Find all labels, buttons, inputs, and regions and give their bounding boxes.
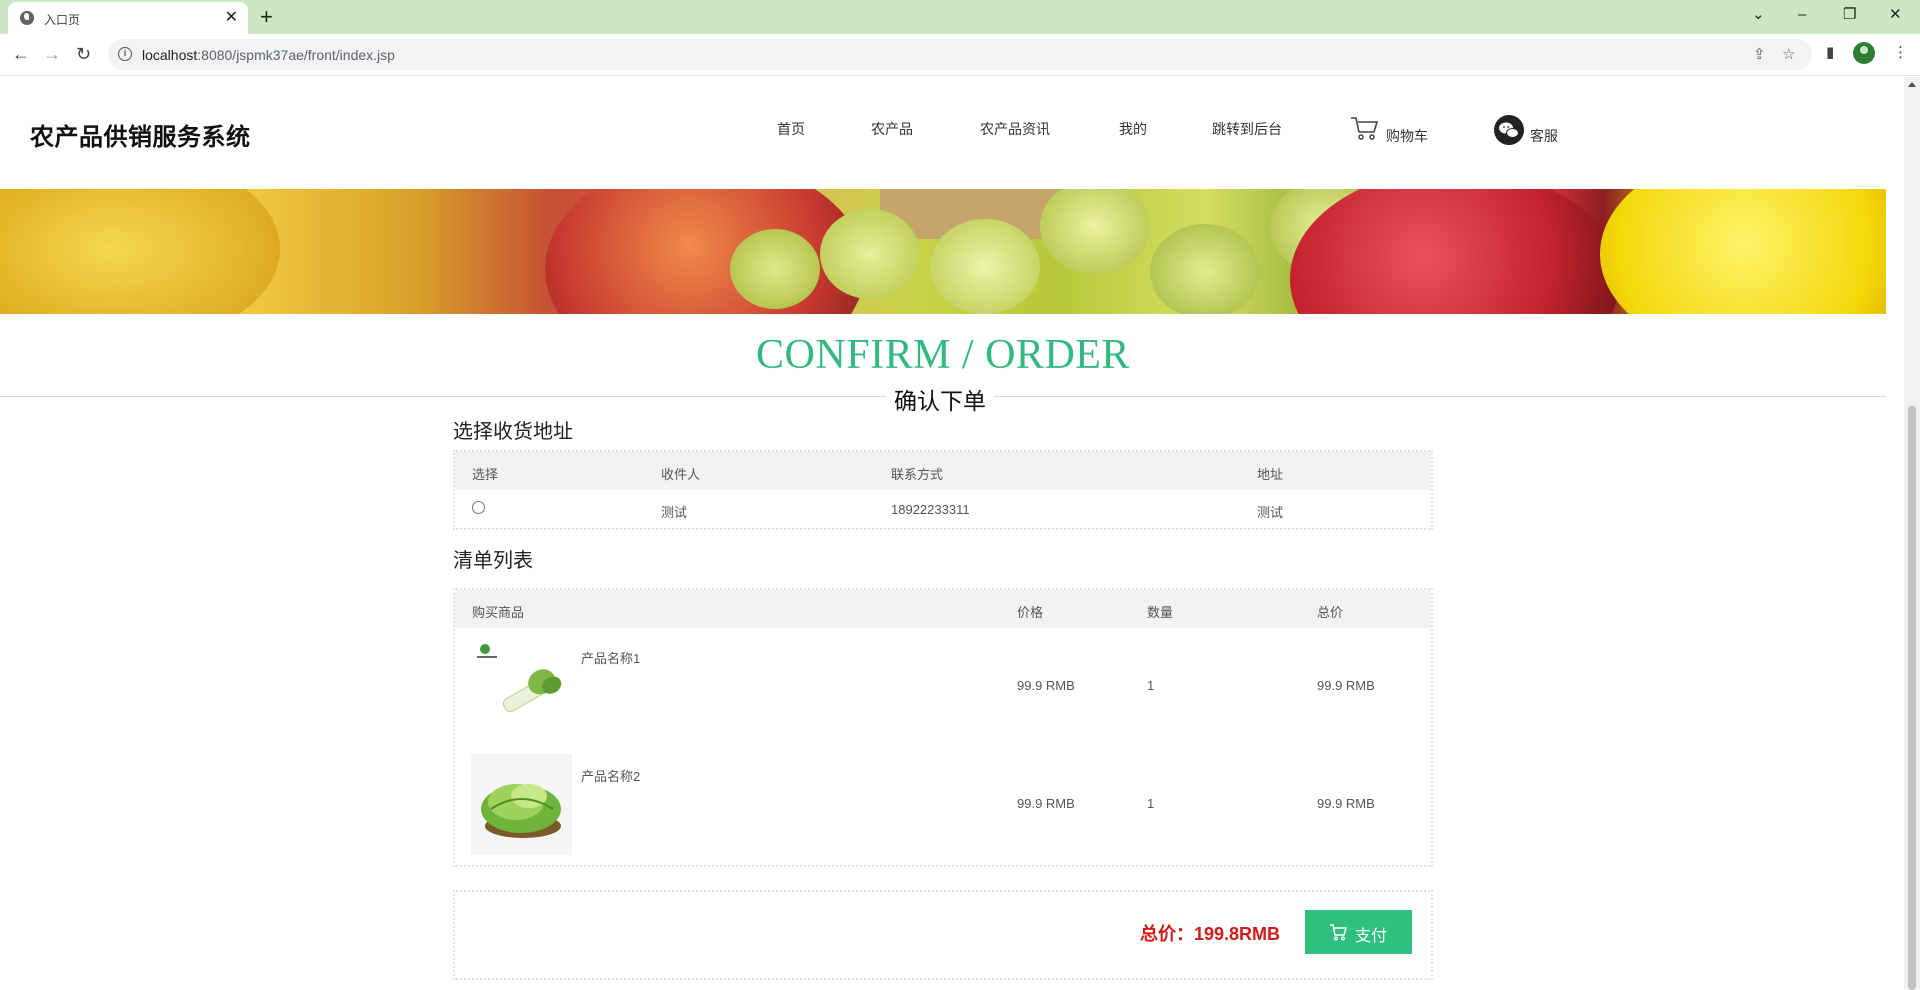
address-cell: 测试 [1257, 505, 1284, 520]
scroll-up-icon[interactable] [1908, 82, 1916, 87]
page-heading-en: CONFIRM / ORDER [756, 332, 1130, 378]
recipient-cell: 测试 [661, 505, 688, 520]
col-select: 选择 [472, 467, 499, 482]
cart-icon[interactable] [1350, 115, 1380, 141]
table-row[interactable]: 产品名称1 99.9 RMB 1 99.9 RMB [455, 630, 1431, 748]
col-address: 地址 [1257, 467, 1284, 482]
price-cell: 99.9 RMB [1017, 796, 1075, 811]
browser-menu-icon[interactable]: ⋮ [1893, 43, 1908, 61]
address-section-title: 选择收货地址 [453, 421, 573, 443]
url-text[interactable]: localhost:8080/jspmk37ae/front/index.jsp [142, 47, 395, 63]
qty-cell: 1 [1147, 678, 1155, 693]
chevron-down-icon[interactable]: ⌄ [1752, 4, 1765, 26]
nav-service[interactable]: 客服 [1530, 126, 1558, 146]
product-name[interactable]: 产品名称1 [581, 648, 640, 667]
col-phone: 联系方式 [891, 467, 944, 482]
table-row[interactable]: 产品名称2 99.9 RMB 1 99.9 RMB [455, 748, 1431, 866]
product-name[interactable]: 产品名称2 [581, 766, 640, 785]
grand-total: 总价：199.8RMB [1140, 924, 1281, 944]
bookmark-star-icon[interactable]: ☆ [1782, 45, 1795, 63]
reload-icon[interactable]: ↻ [76, 43, 91, 65]
close-tab-icon[interactable]: ✕ [225, 8, 238, 28]
page-heading-cn: 确认下单 [886, 382, 994, 416]
table-header: 购买商品 价格 数量 总价 [455, 590, 1431, 628]
browser-toolbar: ← → ↻ i localhost:8080/jspmk37ae/front/i… [0, 34, 1920, 76]
forward-icon[interactable]: → [43, 43, 61, 65]
nav-news[interactable]: 农产品资讯 [980, 119, 1050, 139]
minimize-icon[interactable]: – [1798, 4, 1806, 26]
browser-tab-bar: 入口页 ✕ + ⌄ – ❐ ✕ [0, 0, 1920, 34]
restore-icon[interactable]: ❐ [1843, 4, 1856, 26]
tab-title: 入口页 [44, 13, 81, 27]
pay-button[interactable]: 支付 [1305, 910, 1412, 954]
order-summary: 总价：199.8RMB 支付 [453, 890, 1433, 980]
nav-products[interactable]: 农产品 [871, 119, 913, 139]
nav-mine[interactable]: 我的 [1119, 119, 1147, 139]
share-icon[interactable]: ⇪ [1753, 45, 1766, 63]
total-cell: 99.9 RMB [1317, 678, 1375, 693]
scrollbar-thumb[interactable] [1908, 406, 1916, 990]
col-total: 总价 [1317, 605, 1344, 620]
profile-avatar[interactable] [1853, 42, 1875, 64]
pay-button-label: 支付 [1355, 928, 1388, 945]
phone-cell: 18922233311 [891, 502, 970, 517]
address-bar[interactable]: i localhost:8080/jspmk37ae/front/index.j… [108, 39, 1812, 70]
table-row[interactable]: 测试 18922233311 测试 [455, 490, 1431, 528]
fruit-banner-image [0, 189, 1886, 314]
globe-icon [20, 11, 34, 25]
new-tab-icon[interactable]: + [260, 4, 273, 30]
qty-cell: 1 [1147, 796, 1155, 811]
address-radio[interactable] [472, 501, 485, 514]
table-header: 选择 收件人 联系方式 地址 [455, 452, 1431, 490]
nav-cart[interactable]: 购物车 [1386, 126, 1428, 146]
items-table: 购买商品 价格 数量 总价 产品名称1 99.9 RMB 1 99.9 RMB … [453, 588, 1433, 867]
price-cell: 99.9 RMB [1017, 678, 1075, 693]
total-cell: 99.9 RMB [1317, 796, 1375, 811]
site-info-icon[interactable]: i [118, 47, 132, 61]
page-scrollbar[interactable] [1904, 77, 1920, 990]
celery-icon[interactable] [471, 636, 572, 737]
browser-tab[interactable]: 入口页 ✕ [8, 2, 248, 34]
side-panel-icon[interactable]: ▮ [1826, 43, 1834, 61]
col-price: 价格 [1017, 605, 1044, 620]
col-product: 购买商品 [472, 605, 525, 620]
col-recipient: 收件人 [661, 467, 701, 482]
back-icon[interactable]: ← [12, 43, 30, 65]
lettuce-icon[interactable] [471, 754, 572, 855]
site-title[interactable]: 农产品供销服务系统 [30, 117, 251, 152]
page-viewport: 农产品供销服务系统 首页 农产品 农产品资讯 我的 跳转到后台 购物车 客服 C… [0, 77, 1920, 990]
address-table: 选择 收件人 联系方式 地址 测试 18922233311 测试 [453, 450, 1433, 530]
nav-admin[interactable]: 跳转到后台 [1212, 119, 1282, 139]
col-qty: 数量 [1147, 605, 1174, 620]
window-close-icon[interactable]: ✕ [1889, 4, 1902, 26]
cart-icon [1330, 924, 1347, 941]
wechat-icon[interactable] [1494, 115, 1524, 145]
items-section-title: 清单列表 [453, 550, 533, 572]
nav-home[interactable]: 首页 [777, 119, 805, 139]
